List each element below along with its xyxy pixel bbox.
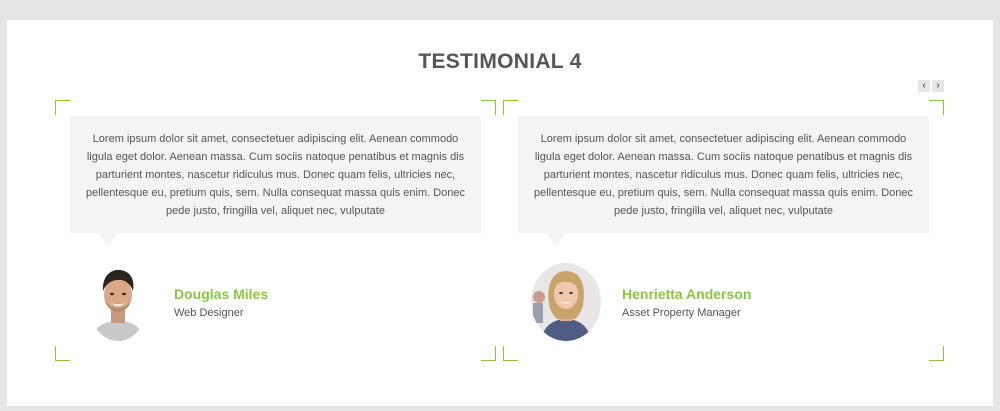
carousel-prev-button[interactable]: ‹ bbox=[918, 80, 930, 92]
testimonial-author-role: Web Designer bbox=[174, 307, 244, 319]
chevron-left-icon: ‹ bbox=[922, 80, 926, 91]
testimonial-card: Lorem ipsum dolor sit amet, consectetuer… bbox=[503, 100, 944, 361]
corner-decoration bbox=[929, 346, 944, 361]
testimonial-quote: Lorem ipsum dolor sit amet, consectetuer… bbox=[518, 116, 929, 247]
corner-decoration bbox=[503, 100, 518, 115]
testimonial-card: Lorem ipsum dolor sit amet, consectetuer… bbox=[55, 100, 496, 361]
woman-avatar-icon bbox=[531, 263, 601, 341]
avatar bbox=[88, 263, 148, 341]
section-title: TESTIMONIAL 4 bbox=[418, 50, 582, 73]
corner-decoration bbox=[55, 100, 70, 115]
testimonial-author-name: Henrietta Anderson bbox=[622, 286, 752, 302]
man-avatar-icon bbox=[88, 263, 148, 341]
testimonial-author-name: Douglas Miles bbox=[174, 286, 269, 302]
testimonial-author-role: Asset Property Manager bbox=[622, 307, 741, 319]
testimonial-quote: Lorem ipsum dolor sit amet, consectetuer… bbox=[70, 116, 481, 247]
corner-decoration bbox=[503, 346, 518, 361]
chevron-right-icon: › bbox=[936, 80, 940, 91]
avatar bbox=[531, 263, 601, 341]
corner-decoration bbox=[55, 346, 70, 361]
corner-decoration bbox=[929, 100, 944, 115]
carousel-next-button[interactable]: › bbox=[932, 80, 944, 92]
testimonial-section: TESTIMONIAL 4 ‹ › Lorem ipsum dolor sit … bbox=[7, 20, 993, 406]
corner-decoration bbox=[481, 346, 496, 361]
corner-decoration bbox=[481, 100, 496, 115]
